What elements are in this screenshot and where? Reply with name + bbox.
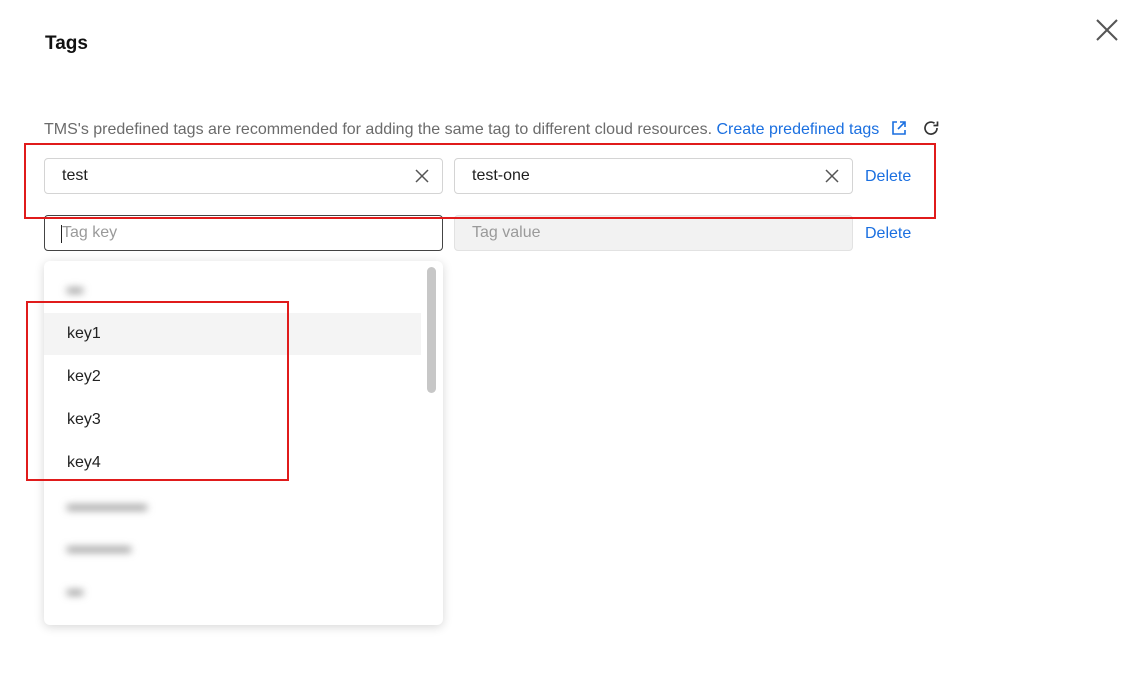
tag-key-value-1: test — [62, 167, 88, 184]
dropdown-option-redacted[interactable]: ▬ — [44, 268, 421, 310]
close-icon — [1096, 19, 1118, 41]
text-caret — [61, 225, 62, 243]
predefined-tags-hint: TMS's predefined tags are recommended fo… — [44, 118, 941, 143]
clear-icon — [415, 169, 429, 183]
clear-icon — [825, 169, 839, 183]
tag-value-field-2 — [454, 215, 853, 251]
dropdown-option-key1[interactable]: key1 — [44, 313, 421, 355]
dialog-title: Tags — [45, 33, 88, 54]
tag-key-field-1[interactable]: test — [44, 158, 443, 194]
dropdown-option-key4[interactable]: key4 — [44, 442, 421, 484]
refresh-icon[interactable] — [921, 118, 941, 143]
dropdown-scrollbar[interactable] — [427, 267, 436, 393]
create-predefined-tags-link[interactable]: Create predefined tags — [716, 121, 879, 138]
tag-key-field-2[interactable] — [44, 215, 443, 251]
dropdown-option-redacted[interactable]: ▬ — [44, 570, 421, 612]
redacted-option-text: ▬ — [67, 280, 83, 297]
external-link-icon[interactable] — [890, 119, 908, 142]
delete-tag-button-1[interactable]: Delete — [865, 168, 911, 186]
redacted-option-text: ▬▬▬▬ — [67, 539, 131, 556]
tag-key-dropdown: ▬ key1 key2 key3 key4 ▬▬▬▬▬ ▬▬▬▬ ▬ — [44, 261, 443, 625]
dropdown-option-key2[interactable]: key2 — [44, 356, 421, 398]
clear-value-button-1[interactable] — [812, 159, 852, 193]
hint-text: TMS's predefined tags are recommended fo… — [44, 121, 713, 138]
redacted-option-text: ▬ — [67, 582, 83, 599]
clear-key-button-1[interactable] — [402, 159, 442, 193]
tag-value-field-1[interactable]: test-one — [454, 158, 853, 194]
dropdown-option-key3[interactable]: key3 — [44, 399, 421, 441]
tag-value-input — [472, 224, 852, 242]
delete-tag-button-2[interactable]: Delete — [865, 225, 911, 243]
dropdown-option-redacted[interactable]: ▬▬▬▬▬ — [44, 485, 421, 527]
close-button[interactable] — [1093, 16, 1121, 44]
tag-key-input[interactable] — [62, 224, 442, 242]
dropdown-option-redacted[interactable]: ▬▬▬▬ — [44, 527, 421, 569]
tag-value-value-1: test-one — [472, 167, 530, 184]
redacted-option-text: ▬▬▬▬▬ — [67, 497, 147, 514]
